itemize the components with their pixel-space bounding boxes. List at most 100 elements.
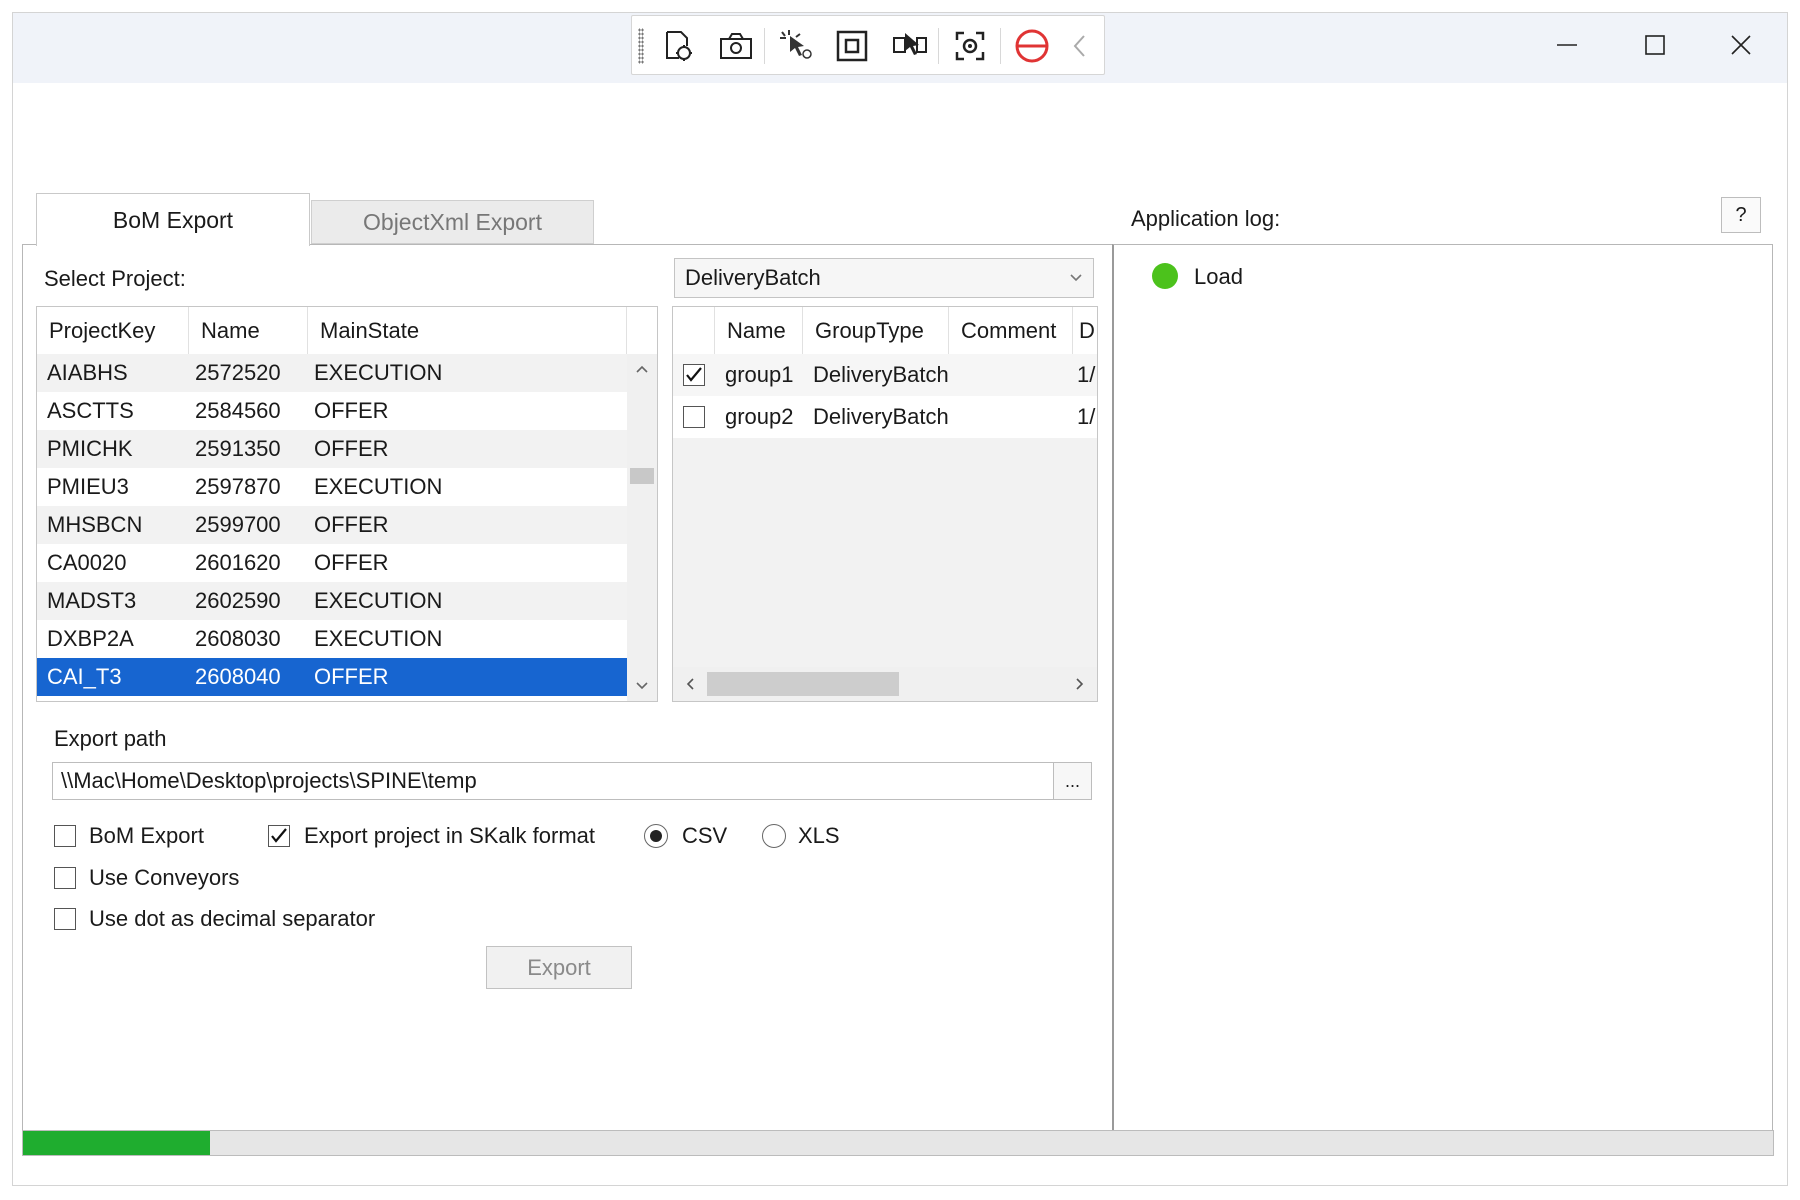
export-button[interactable]: Export xyxy=(486,946,632,989)
d-cell: 1/ xyxy=(1077,362,1096,387)
name-cell: 2599700 xyxy=(195,512,281,537)
scroll-left-arrow-icon[interactable] xyxy=(685,677,695,691)
scroll-right-arrow-icon[interactable] xyxy=(1075,677,1085,691)
minimize-button[interactable] xyxy=(1549,27,1585,63)
xls-radio-label[interactable]: XLS xyxy=(798,823,840,849)
mainstate-cell: OFFER xyxy=(314,436,389,461)
chevron-down-icon xyxy=(1070,274,1082,282)
mainstate-cell: OFFER xyxy=(314,550,389,575)
projectkey-cell: AIABHS xyxy=(47,360,128,385)
target-icon[interactable] xyxy=(950,26,990,66)
name-cell: 2572520 xyxy=(195,360,281,385)
select-element-icon[interactable] xyxy=(658,26,698,66)
name-cell: 2608040 xyxy=(195,664,281,689)
table-row[interactable]: PMICHK 2591350 OFFER xyxy=(37,430,627,468)
scroll-down-arrow-icon[interactable] xyxy=(635,681,649,691)
maximize-button[interactable] xyxy=(1637,27,1673,63)
application-log-panel: Load xyxy=(1112,244,1773,1132)
tab-bom-export[interactable]: BoM Export xyxy=(36,193,310,246)
use-conveyors-checkbox[interactable] xyxy=(54,867,76,889)
xls-radio[interactable] xyxy=(762,824,786,848)
column-header-group-name[interactable]: Name xyxy=(715,307,803,354)
export-path-input[interactable]: \\Mac\Home\Desktop\projects\SPINE\temp xyxy=(52,762,1054,800)
d-cell: 1/ xyxy=(1077,404,1096,429)
csv-radio-label[interactable]: CSV xyxy=(682,823,727,849)
table-row[interactable]: PMIEU3 2597870 EXECUTION xyxy=(37,468,627,506)
mainstate-cell: OFFER xyxy=(314,664,389,689)
table-row[interactable]: AIABHS 2572520 EXECUTION xyxy=(37,354,627,392)
collapse-icon[interactable] xyxy=(1060,26,1100,66)
projectkey-cell: MADST3 xyxy=(47,588,137,613)
group-name-cell: group1 xyxy=(725,362,794,387)
grouptype-cell: DeliveryBatch xyxy=(813,362,949,387)
groups-horizontal-scrollbar[interactable] xyxy=(673,667,1097,701)
name-cell: 2597870 xyxy=(195,474,281,499)
grip-icon[interactable] xyxy=(638,28,644,64)
bom-export-checkbox[interactable] xyxy=(54,825,76,847)
projects-vertical-scrollbar[interactable] xyxy=(627,354,657,701)
bom-export-checkbox-label[interactable]: BoM Export xyxy=(89,823,204,849)
use-dot-separator-checkbox[interactable] xyxy=(54,908,76,930)
projects-grid-header: ProjectKey Name MainState xyxy=(37,307,627,355)
name-cell: 2591350 xyxy=(195,436,281,461)
column-header-comment[interactable]: Comment xyxy=(949,307,1073,354)
column-header-projectkey[interactable]: ProjectKey xyxy=(37,307,189,354)
scroll-thumb[interactable] xyxy=(630,468,654,484)
name-cell: 2601620 xyxy=(195,550,281,575)
group-name-cell: group2 xyxy=(725,404,794,429)
table-row[interactable]: MADST3 2602590 EXECUTION xyxy=(37,582,627,620)
scroll-up-arrow-icon[interactable] xyxy=(635,364,649,374)
help-button[interactable]: ? xyxy=(1721,197,1761,233)
tab-objectxml-export[interactable]: ObjectXml Export xyxy=(311,200,594,244)
group-type-dropdown-value: DeliveryBatch xyxy=(685,265,821,290)
close-button[interactable] xyxy=(1723,27,1759,63)
pointer-icon[interactable] xyxy=(776,26,816,66)
name-cell: 2608030 xyxy=(195,626,281,651)
mainstate-cell: EXECUTION xyxy=(314,474,443,499)
csv-radio[interactable] xyxy=(644,824,668,848)
export-path-label: Export path xyxy=(54,726,167,751)
skalk-format-checkbox-label[interactable]: Export project in SKalk format xyxy=(304,823,595,849)
status-ok-icon xyxy=(1152,263,1178,289)
column-header-name[interactable]: Name xyxy=(189,307,308,354)
projects-grid: ProjectKey Name MainState AIABHS 2572520 E… xyxy=(36,306,658,702)
table-row[interactable]: CA0020 2601620 OFFER xyxy=(37,544,627,582)
table-row[interactable]: ASCTTS 2584560 OFFER xyxy=(37,392,627,430)
element-capture-icon[interactable] xyxy=(890,26,930,66)
group-select-checkbox[interactable] xyxy=(683,406,705,428)
stop-icon[interactable] xyxy=(1012,26,1052,66)
table-row[interactable]: group2 DeliveryBatch 1/ xyxy=(673,396,1097,438)
column-header-d[interactable]: D xyxy=(1073,307,1097,354)
progress-bar xyxy=(22,1130,1774,1156)
log-entry-text: Load xyxy=(1194,264,1243,289)
checkmark-icon xyxy=(686,367,702,382)
use-conveyors-checkbox-label[interactable]: Use Conveyors xyxy=(89,865,239,891)
frame-icon[interactable] xyxy=(832,26,872,66)
table-row[interactable]: CAI_T3 2608040 OFFER xyxy=(37,658,627,696)
screenshot-icon[interactable] xyxy=(716,26,756,66)
debug-toolbar xyxy=(631,15,1105,75)
use-dot-separator-checkbox-label[interactable]: Use dot as decimal separator xyxy=(89,906,375,932)
mainstate-cell: OFFER xyxy=(314,398,389,423)
table-row[interactable]: MHSBCN 2599700 OFFER xyxy=(37,506,627,544)
table-row[interactable]: group1 DeliveryBatch 1/ xyxy=(673,354,1097,396)
select-project-label: Select Project: xyxy=(44,266,186,291)
group-type-dropdown[interactable]: DeliveryBatch xyxy=(674,258,1094,298)
group-select-checkbox[interactable] xyxy=(683,364,705,386)
mainstate-cell: OFFER xyxy=(314,512,389,537)
browse-button[interactable]: ... xyxy=(1053,762,1092,800)
horizontal-scroll-thumb[interactable] xyxy=(707,672,899,696)
mainstate-cell: EXECUTION xyxy=(314,626,443,651)
table-row[interactable]: DXBP2A 2608030 EXECUTION xyxy=(37,620,627,658)
radio-selected-dot xyxy=(650,830,662,842)
progress-bar-fill xyxy=(23,1131,211,1155)
column-header-mainstate[interactable]: MainState xyxy=(308,307,627,354)
projectkey-cell: DXBP2A xyxy=(47,626,134,651)
grouptype-cell: DeliveryBatch xyxy=(813,404,949,429)
skalk-format-checkbox[interactable] xyxy=(268,825,290,847)
column-header-grouptype[interactable]: GroupType xyxy=(803,307,949,354)
application-log-label: Application log: xyxy=(1131,206,1281,231)
projectkey-cell: CAI_T3 xyxy=(47,664,122,689)
projectkey-cell: PMICHK xyxy=(47,436,133,461)
projectkey-cell: PMIEU3 xyxy=(47,474,129,499)
